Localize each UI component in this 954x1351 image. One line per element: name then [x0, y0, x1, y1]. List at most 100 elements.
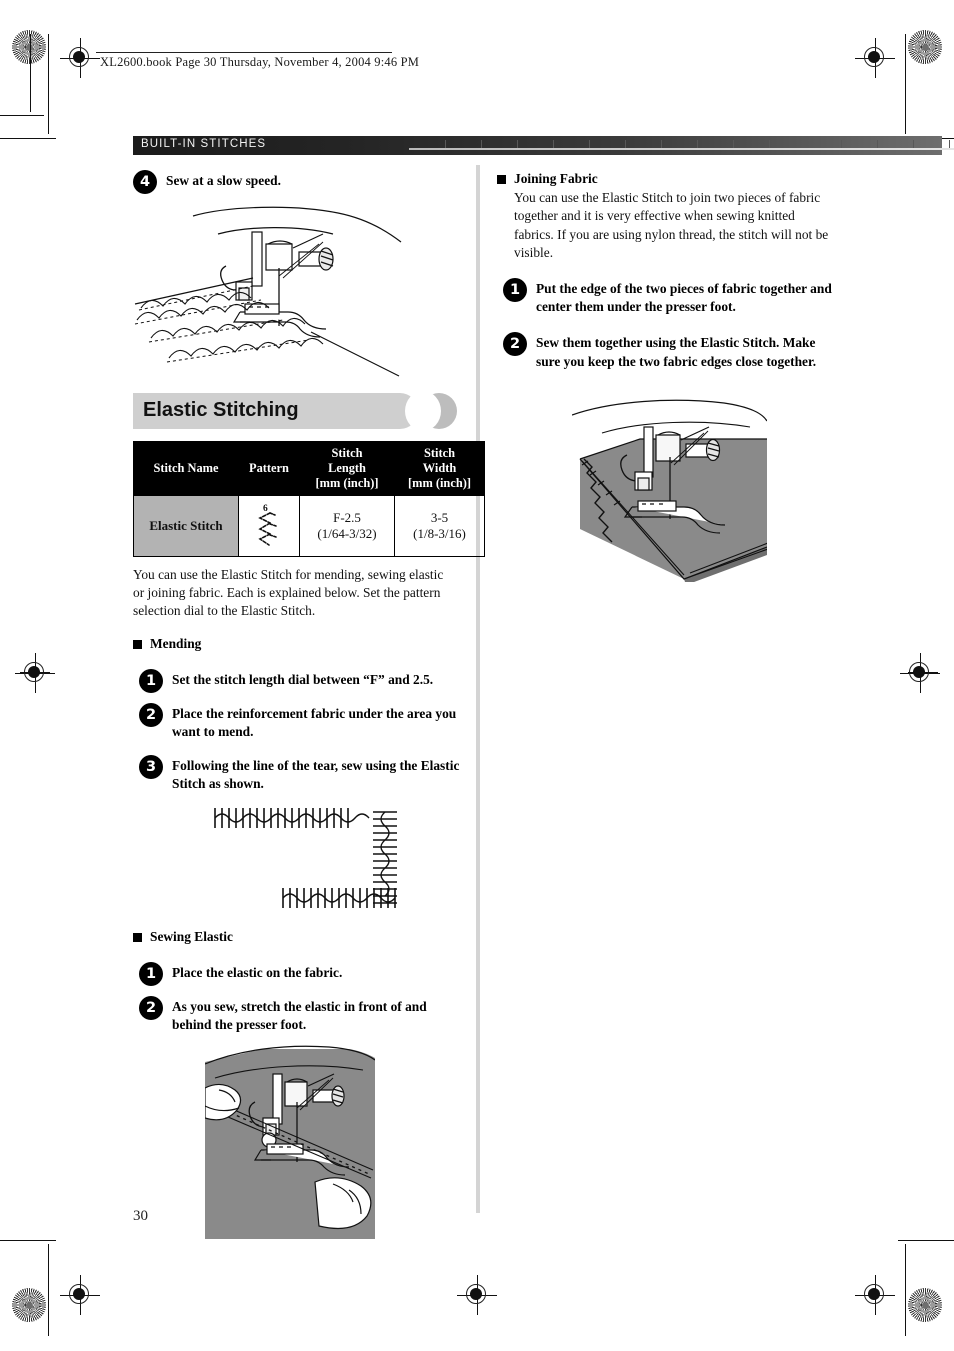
crop-line [905, 34, 906, 134]
cell-stitch-width: 3-5 (1/8-3/16) [394, 495, 485, 557]
reg-target-bottom-right [908, 1288, 942, 1322]
crop-line [905, 1244, 906, 1336]
crosshair-bottom-center [457, 1275, 497, 1315]
col-header-stitch-length: Stitch Length [mm (inch)] [299, 441, 395, 496]
step-number: 2 [139, 702, 163, 727]
left-column: 4 Sew at a slow speed. Elastic Stitching… [133, 170, 485, 1244]
value-line: F-2.5 [333, 510, 361, 525]
subheading-mending: Mending [133, 635, 468, 653]
reg-target-top-right [908, 30, 942, 64]
col-header-pattern: Pattern [238, 441, 300, 496]
section-title-elastic-stitching: Elastic Stitching [133, 391, 468, 431]
crop-line [20, 672, 50, 673]
joining-fabric-paragraph: You can use the Elastic Stitch to join t… [514, 190, 829, 260]
square-bullet-icon [497, 175, 506, 184]
table-header-row: Stitch Name Pattern Stitch Length [mm (i… [133, 441, 485, 496]
step-item: 2 Place the reinforcement fabric under t… [139, 702, 468, 741]
joining-two-fabric-pieces-svg [571, 399, 769, 585]
square-bullet-icon [133, 932, 142, 942]
mending-stitch-rows-diagram [214, 807, 397, 908]
step-item: 2 Sew them together using the Elastic St… [503, 332, 832, 370]
illustration-joining-fabric [497, 397, 832, 587]
reg-target-top-left [12, 30, 46, 64]
crop-line [898, 1240, 954, 1241]
cell-pattern: 6 [238, 495, 300, 557]
col-header-stitch-width: Stitch Width [mm (inch)] [394, 441, 485, 496]
crop-line [30, 34, 31, 112]
step-text: Set the stitch length dial between “F” a… [172, 671, 434, 687]
crop-line [0, 115, 44, 116]
step-text: As you sew, stretch the elastic in front… [172, 998, 427, 1033]
manual-page: XL2600.book Page 30 Thursday, November 4… [0, 0, 954, 1351]
step-item: 1 Place the elastic on the fabric. [139, 961, 468, 986]
joining-fabric-steps: 1 Put the edge of the two pieces of fabr… [497, 278, 832, 371]
cell-stitch-length: F-2.5 (1/64-3/32) [299, 495, 395, 557]
right-column: Joining Fabric You can use the Elastic S… [497, 170, 832, 587]
subheading-text: Mending [150, 635, 202, 651]
hdr-line: Length [328, 461, 366, 475]
step-text: Put the edge of the two pieces of fabric… [536, 281, 832, 315]
crop-line [48, 1244, 49, 1336]
sewing-machine-shell-tuck-svg [134, 206, 402, 377]
crosshair-bottom-right [855, 1275, 895, 1315]
print-header-text: XL2600.book Page 30 Thursday, November 4… [100, 55, 420, 69]
elastic-zigzag-stitch-icon: 6 [252, 502, 286, 550]
square-bullet-icon [133, 639, 142, 649]
col-header-stitch-name: Stitch Name [133, 441, 239, 496]
value-line: 3-5 [430, 510, 449, 525]
crosshair-mid-left [15, 653, 55, 693]
crop-line [0, 1240, 56, 1241]
step-number: 1 [503, 278, 527, 303]
value-line: (1/8-3/16) [413, 526, 466, 541]
crop-line [908, 672, 938, 673]
sewing-elastic-steps: 1 Place the elastic on the fabric. 2 As … [133, 961, 468, 1034]
crosshair-mid-right [900, 653, 940, 693]
running-head-label: BUILT-IN STITCHES [141, 138, 267, 150]
step-number: 3 [139, 755, 163, 780]
section-title-text: Elastic Stitching [143, 399, 299, 421]
stitch-spec-table: Stitch Name Pattern Stitch Length [mm (i… [133, 441, 485, 557]
subheading-joining-fabric: Joining Fabric [497, 170, 832, 188]
print-file-header: XL2600.book Page 30 Thursday, November 4… [96, 52, 420, 70]
step-text: Sew at a slow speed. [166, 173, 281, 188]
hdr-line: [mm (inch)] [408, 476, 471, 490]
step-4-sew-slow: 4 Sew at a slow speed. [133, 170, 468, 194]
illustration-mending-rows [133, 804, 468, 914]
page-number: 30 [133, 1208, 148, 1224]
value-line: (1/64-3/32) [317, 526, 377, 541]
hdr-line: [mm (inch)] [315, 476, 379, 490]
cell-stitch-name: Elastic Stitch [133, 495, 239, 557]
crop-line [48, 34, 49, 134]
mending-steps: 1 Set the stitch length dial between “F”… [133, 668, 468, 794]
illustration-sewing-machine-shell-tuck [133, 204, 468, 379]
subheading-sewing-elastic: Sewing Elastic [133, 928, 468, 946]
crosshair-top-right [855, 38, 895, 78]
step-text: Following the line of the tear, sew usin… [172, 758, 460, 792]
step-number: 1 [139, 668, 163, 693]
step-text: Place the reinforcement fabric under the… [172, 705, 457, 740]
illustration-stretching-elastic [133, 1044, 468, 1244]
step-text: Sew them together using the Elastic Stit… [536, 335, 817, 369]
stretching-elastic-under-presser-foot-svg [204, 1044, 376, 1240]
table-row: Elastic Stitch 6 F-2.5 (1/64-3/32) 3-5 (… [133, 495, 485, 557]
subheading-text: Sewing Elastic [150, 928, 233, 944]
step-number: 2 [503, 332, 527, 357]
pattern-glyph [258, 512, 277, 546]
column-divider [476, 165, 480, 1213]
header-rule [96, 52, 392, 53]
running-head-rule [409, 147, 954, 150]
step-number: 2 [139, 995, 163, 1020]
running-head-bar: BUILT-IN STITCHES [133, 136, 954, 155]
step-item: 1 Put the edge of the two pieces of fabr… [503, 278, 832, 316]
step-number: 4 [133, 170, 157, 194]
section-title-cutout [405, 391, 441, 431]
step-number: 1 [139, 961, 163, 986]
crop-line [0, 138, 56, 139]
hdr-line: Stitch [424, 446, 455, 460]
reg-target-bottom-left [12, 1288, 46, 1322]
step-item: 1 Set the stitch length dial between “F”… [139, 668, 468, 693]
hdr-line: Width [422, 461, 457, 475]
crosshair-top-left [60, 38, 100, 78]
step-item: 3 Following the line of the tear, sew us… [139, 755, 468, 793]
intro-paragraph: You can use the Elastic Stitch for mendi… [133, 567, 444, 619]
